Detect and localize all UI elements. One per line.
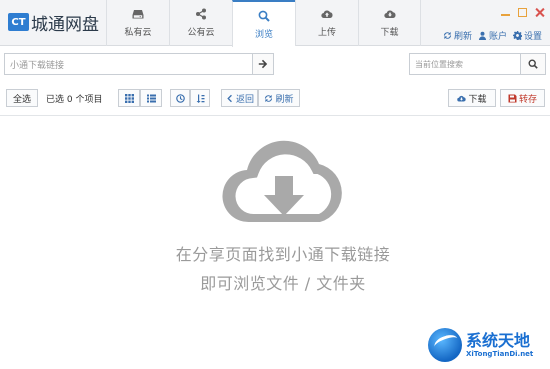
tab-browse[interactable]: 浏览 xyxy=(232,0,295,47)
settings-link[interactable]: 设置 xyxy=(512,29,542,42)
selected-count: 已选 0 个项目 xyxy=(46,94,103,105)
tab-label: 公有云 xyxy=(187,28,215,38)
header-actions: 刷新 账户 设置 xyxy=(443,29,542,42)
search-icon xyxy=(528,59,538,69)
grid-icon xyxy=(124,93,134,103)
drive-icon xyxy=(132,10,144,19)
refresh-button[interactable]: 刷新 xyxy=(258,89,300,107)
app-logo: CT 城通网盘 xyxy=(8,11,99,35)
tab-label: 浏览 xyxy=(254,29,273,40)
gear-icon xyxy=(512,31,522,40)
refresh-link[interactable]: 刷新 xyxy=(443,29,472,42)
empty-state-line-2: 即可浏览文件 / 文件夹 xyxy=(200,274,366,293)
cloud-upload-icon xyxy=(321,10,333,19)
tab-download[interactable]: 下载 xyxy=(358,0,421,46)
list-view-button[interactable] xyxy=(140,89,162,107)
title-bar: CT 城通网盘 私有云 公有云 浏览 上传 下载 刷新 账户 设置 xyxy=(0,0,550,47)
download-label: 下载 xyxy=(468,94,487,105)
cloud-download-icon xyxy=(383,10,396,19)
cloud-download-icon xyxy=(222,140,342,223)
sort-az-icon xyxy=(196,94,204,103)
tab-private-cloud[interactable]: 私有云 xyxy=(106,0,169,46)
save-to-label: 转存 xyxy=(518,94,537,105)
empty-state-line-1: 在分享页面找到小通下载链接 xyxy=(175,245,391,264)
watermark-cn: 系统天地 xyxy=(466,331,531,350)
user-icon xyxy=(478,31,487,40)
account-label: 账户 xyxy=(488,32,507,42)
watermark-en: XiTongTianDi.net xyxy=(466,350,534,358)
go-button[interactable] xyxy=(252,53,274,75)
local-search-input[interactable]: 当前位置搜索 xyxy=(409,53,521,75)
globe-logo-icon xyxy=(428,328,462,362)
back-label: 返回 xyxy=(235,94,254,105)
refresh-label: 刷新 xyxy=(453,32,472,42)
refresh-icon xyxy=(443,31,452,40)
tab-public-cloud[interactable]: 公有云 xyxy=(169,0,232,46)
account-link[interactable]: 账户 xyxy=(478,29,507,42)
search-icon xyxy=(258,10,270,22)
chevron-left-icon xyxy=(227,94,232,102)
watermark: 系统天地 XiTongTianDi.net xyxy=(428,324,546,366)
refresh-label: 刷新 xyxy=(275,94,294,105)
save-to-button[interactable]: 转存 xyxy=(500,89,545,107)
tab-label: 下载 xyxy=(380,28,399,38)
logo-mark: CT xyxy=(8,13,29,31)
watermark-text: 系统天地 XiTongTianDi.net xyxy=(466,331,534,359)
cloud-download-icon xyxy=(457,95,467,102)
sort-by-name-button[interactable] xyxy=(190,89,210,107)
tab-label: 上传 xyxy=(317,28,336,38)
arrow-right-icon xyxy=(258,59,268,69)
tab-label: 私有云 xyxy=(124,28,152,38)
download-link-input[interactable]: 小通下载链接 xyxy=(4,53,253,75)
refresh-icon xyxy=(265,94,273,102)
back-button[interactable]: 返回 xyxy=(221,89,258,107)
download-button[interactable]: 下载 xyxy=(448,89,496,107)
grid-view-button[interactable] xyxy=(118,89,140,107)
close-button[interactable] xyxy=(535,8,544,17)
clock-icon xyxy=(175,93,185,103)
select-all-label: 全选 xyxy=(12,94,31,105)
settings-label: 设置 xyxy=(523,32,542,42)
sort-by-time-button[interactable] xyxy=(170,89,190,107)
toolbar-divider xyxy=(0,115,550,116)
select-all-button[interactable]: 全选 xyxy=(6,89,38,107)
maximize-button[interactable] xyxy=(518,8,527,17)
window-controls xyxy=(501,8,544,17)
minimize-button[interactable] xyxy=(501,10,510,16)
search-button[interactable] xyxy=(520,53,546,75)
save-icon xyxy=(508,94,517,102)
tab-upload[interactable]: 上传 xyxy=(295,0,358,46)
share-icon xyxy=(196,8,206,20)
list-icon xyxy=(146,94,156,102)
app-name: 城通网盘 xyxy=(31,14,99,35)
main-tabs: 私有云 公有云 浏览 上传 下载 xyxy=(106,0,421,47)
